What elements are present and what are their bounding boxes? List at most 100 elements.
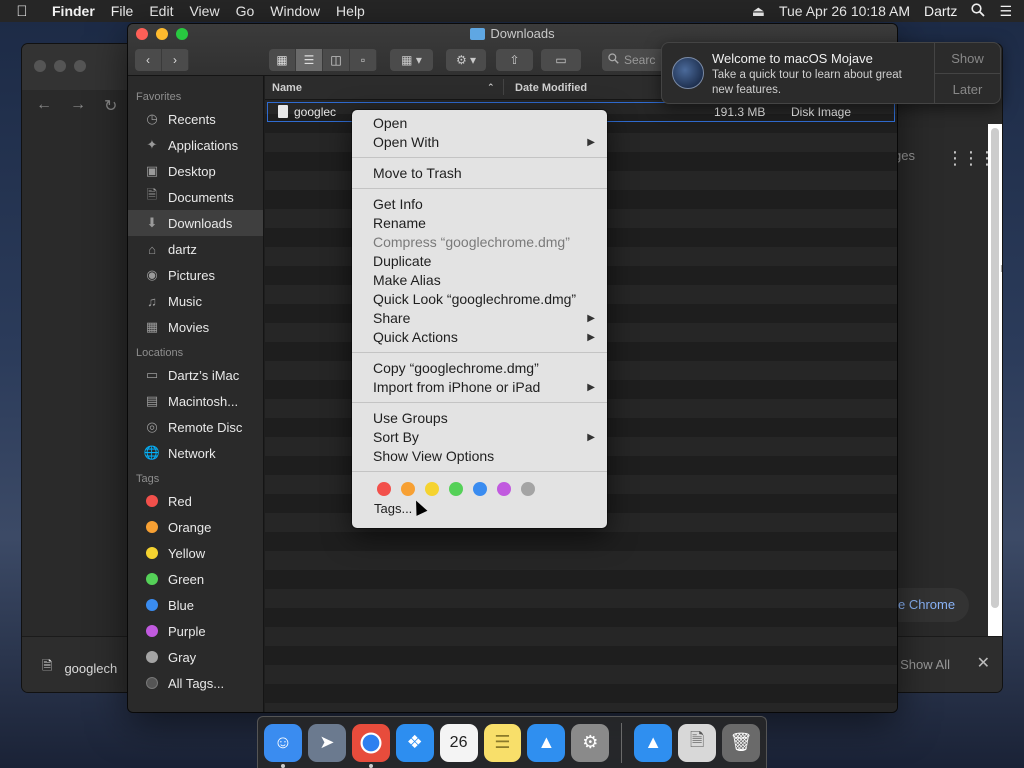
menu-item-use-groups[interactable]: Use Groups [352, 409, 607, 428]
menu-item-tags[interactable]: Tags... [352, 501, 607, 516]
reload-icon[interactable]: ↻ [104, 96, 117, 116]
tag-gray-swatch[interactable] [521, 482, 535, 496]
menu-user[interactable]: Dartz [924, 3, 957, 19]
menu-item-quick-look[interactable]: Quick Look “googlechrome.dmg” [352, 290, 607, 309]
spotlight-search-icon[interactable] [971, 2, 986, 20]
menu-help[interactable]: Help [328, 3, 373, 19]
minimize-icon[interactable] [54, 60, 66, 72]
sidebar-item-pictures[interactable]: ◉ Pictures [128, 262, 263, 288]
group-by-button[interactable]: ▦ ▾ [390, 49, 433, 71]
close-icon[interactable]: ✕ [977, 653, 990, 673]
menu-edit[interactable]: Edit [141, 3, 181, 19]
column-divider[interactable] [503, 79, 504, 95]
dock-chrome[interactable] [351, 723, 390, 768]
scrollbar-thumb[interactable] [991, 128, 999, 608]
downloads-icon: ⬇ [146, 215, 158, 230]
sidebar-tag-red[interactable]: Red [128, 488, 263, 514]
sidebar-item-imac[interactable]: ▭ Dartz’s iMac [128, 362, 263, 388]
sidebar-all-tags[interactable]: All Tags... [128, 670, 263, 696]
close-icon[interactable] [34, 60, 46, 72]
show-button[interactable]: Show [935, 43, 1000, 74]
menu-item-import-from-iphone[interactable]: Import from iPhone or iPad ▶ [352, 378, 607, 397]
back-arrow-icon[interactable]: ← [36, 96, 52, 116]
sidebar-tag-green[interactable]: Green [128, 566, 263, 592]
column-date-modified[interactable]: Date Modified [515, 82, 587, 94]
tag-button[interactable]: ▭ [541, 49, 581, 71]
sidebar-item-applications[interactable]: ✦ Applications [128, 132, 263, 158]
menu-item-quick-actions[interactable]: Quick Actions ▶ [352, 328, 607, 347]
tag-red-swatch[interactable] [377, 482, 391, 496]
chrome-link-text[interactable]: ges [894, 148, 915, 163]
menu-item-rename[interactable]: Rename [352, 214, 607, 233]
sidebar-tag-purple[interactable]: Purple [128, 618, 263, 644]
dock-app-store-downloads[interactable]: ▲ [634, 723, 673, 762]
sidebar-item-recents[interactable]: ◷ Recents [128, 106, 263, 132]
apps-grid-icon[interactable]: ⋮⋮⋮ [946, 148, 996, 169]
list-view-icon[interactable]: ☰ [296, 49, 323, 71]
later-button[interactable]: Later [935, 74, 1000, 103]
sidebar-item-documents[interactable]: 🗎 Documents [128, 184, 263, 210]
sidebar-item-network[interactable]: 🌐 Network [128, 440, 263, 466]
notification-banner[interactable]: Welcome to macOS Mojave Take a quick tou… [661, 42, 1001, 104]
menu-item-sort-by[interactable]: Sort By ▶ [352, 428, 607, 447]
menu-view[interactable]: View [181, 3, 227, 19]
tag-purple-swatch[interactable] [497, 482, 511, 496]
menu-item-compress[interactable]: Compress “googlechrome.dmg” [352, 233, 607, 252]
notification-center-icon[interactable]: ☰ [999, 3, 1012, 20]
sidebar-item-movies[interactable]: ▦ Movies [128, 314, 263, 340]
tag-yellow-swatch[interactable] [425, 482, 439, 496]
sidebar-item-desktop[interactable]: ▣ Desktop [128, 158, 263, 184]
download-item[interactable]: 🗎 googlech [42, 657, 117, 679]
menu-app-name[interactable]: Finder [44, 3, 103, 19]
share-button[interactable]: ⇧ [496, 49, 533, 71]
column-name[interactable]: Name [272, 82, 302, 94]
tag-orange-swatch[interactable] [401, 482, 415, 496]
dock-safari[interactable]: ❖ [395, 723, 434, 762]
dock-finder[interactable]: ☺ [264, 723, 302, 768]
gallery-view-icon[interactable]: ▫ [350, 49, 377, 71]
apple-menu-icon[interactable]:  [0, 3, 44, 20]
dock-app-store[interactable]: ▲ [527, 723, 566, 762]
sidebar-item-home[interactable]: ⌂ dartz [128, 236, 263, 262]
dock-launchpad[interactable]: ➤ [307, 723, 346, 762]
back-button[interactable]: ‹ [135, 49, 162, 71]
column-view-icon[interactable]: ◫ [323, 49, 350, 71]
dock-trash[interactable]: 🗑 [722, 723, 760, 762]
sort-chevron-up-icon[interactable]: ⌃ [487, 82, 495, 93]
menu-item-share[interactable]: Share ▶ [352, 309, 607, 328]
menu-item-get-info[interactable]: Get Info [352, 195, 607, 214]
menu-item-move-to-trash[interactable]: Move to Trash [352, 164, 607, 183]
menu-window[interactable]: Window [262, 3, 328, 19]
tag-blue-swatch[interactable] [473, 482, 487, 496]
tag-green-swatch[interactable] [449, 482, 463, 496]
sidebar-tag-blue[interactable]: Blue [128, 592, 263, 618]
sidebar-item-remote-disc[interactable]: ◎ Remote Disc [128, 414, 263, 440]
dock-calendar[interactable]: 26 [439, 723, 478, 762]
forward-arrow-icon[interactable]: → [70, 96, 86, 116]
chrome-scrollbar[interactable] [988, 124, 1002, 636]
menu-go[interactable]: Go [228, 3, 263, 19]
menu-item-copy[interactable]: Copy “googlechrome.dmg” [352, 359, 607, 378]
sidebar-item-macintosh-hd[interactable]: ▤ Macintosh... [128, 388, 263, 414]
sidebar-item-downloads[interactable]: ⬇ Downloads [128, 210, 263, 236]
menu-clock[interactable]: Tue Apr 26 10:18 AM [779, 3, 910, 19]
icon-view-icon[interactable]: ▦ [269, 49, 296, 71]
dock-system-preferences[interactable]: ⚙ [571, 723, 610, 762]
sidebar-tag-yellow[interactable]: Yellow [128, 540, 263, 566]
menu-item-open[interactable]: Open [352, 114, 607, 133]
menu-item-show-view-options[interactable]: Show View Options [352, 447, 607, 466]
menu-file[interactable]: File [103, 3, 142, 19]
eject-icon[interactable]: ⏏ [752, 3, 765, 20]
zoom-icon[interactable] [74, 60, 86, 72]
dock-document[interactable]: 🗎 [678, 723, 717, 762]
dock-notes[interactable]: ☰ [483, 723, 522, 762]
sidebar-tag-gray[interactable]: Gray [128, 644, 263, 670]
forward-button[interactable]: › [162, 49, 189, 71]
menu-item-make-alias[interactable]: Make Alias [352, 271, 607, 290]
sidebar-item-music[interactable]: ♫ Music [128, 288, 263, 314]
menu-item-duplicate[interactable]: Duplicate [352, 252, 607, 271]
sidebar-tag-orange[interactable]: Orange [128, 514, 263, 540]
action-button[interactable]: ⚙ ▾ [446, 49, 486, 71]
menu-item-open-with[interactable]: Open With ▶ [352, 133, 607, 152]
show-all-button[interactable]: Show All [900, 657, 950, 672]
